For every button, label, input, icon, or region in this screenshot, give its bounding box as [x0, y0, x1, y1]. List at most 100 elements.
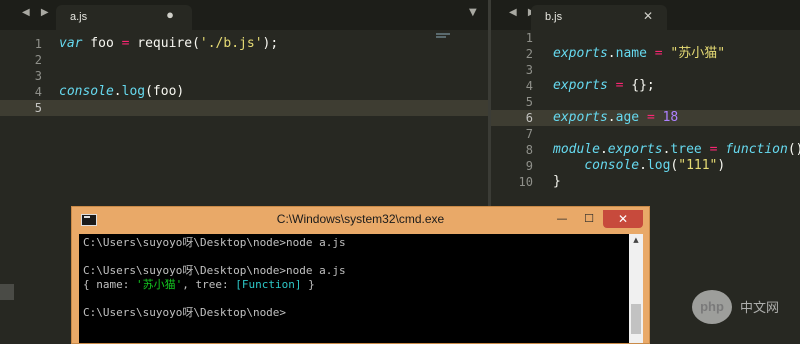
- code-token: .: [607, 46, 616, 61]
- scrollbar-thumb[interactable]: [631, 304, 641, 334]
- code-line[interactable]: 8module.exports.tree = function(){: [491, 142, 800, 158]
- tab-nav-arrows[interactable]: ◀ ▶: [22, 7, 53, 18]
- line-number: 2: [34, 53, 42, 67]
- code-line[interactable]: 5: [491, 94, 800, 110]
- code-token: =: [654, 46, 663, 61]
- code-line[interactable]: 2 exports.name = "苏小猫": [491, 46, 800, 62]
- code-text: console.log("111"): [553, 158, 725, 174]
- code-token: module: [553, 142, 600, 157]
- code-line[interactable]: 5: [0, 100, 488, 116]
- code-token: foo: [82, 36, 122, 51]
- code-token: require(: [129, 36, 200, 51]
- console-line: C:\Users\suyoyo呀\Desktop\node>: [83, 306, 286, 320]
- code-token: "111": [678, 158, 718, 173]
- minimap[interactable]: [436, 33, 450, 39]
- code-line[interactable]: 7: [491, 126, 800, 142]
- tab-title: b.js: [545, 11, 563, 23]
- code-token: exports: [607, 142, 663, 157]
- code-token: console: [584, 158, 640, 173]
- line-number: 4: [34, 85, 42, 99]
- tab-a-js[interactable]: a.js ●: [56, 5, 192, 30]
- code-token: {};: [623, 78, 655, 93]
- console-line: C:\Users\suyoyo呀\Desktop\node>node a.js: [83, 264, 346, 278]
- code-token: );: [262, 36, 279, 51]
- left-tab-bar: ◀ ▶ a.js ● ▼: [0, 0, 488, 30]
- code-token: console: [59, 84, 114, 99]
- code-text: exports = {};: [553, 78, 655, 94]
- code-token: "苏小猫": [670, 46, 726, 61]
- code-line[interactable]: 1: [491, 30, 800, 46]
- close-button[interactable]: ✕: [603, 210, 643, 228]
- console-text: }: [301, 278, 315, 291]
- line-number: 3: [525, 63, 533, 77]
- line-number: 1: [34, 37, 42, 51]
- code-line[interactable]: 1 var foo = require('./b.js');: [0, 36, 488, 52]
- tab-title: a.js: [70, 11, 88, 23]
- close-icon[interactable]: ✕: [643, 9, 653, 23]
- code-token: =: [646, 110, 655, 125]
- code-text: exports.name = "苏小猫": [553, 46, 725, 62]
- code-line[interactable]: 4 console.log(foo): [0, 84, 488, 100]
- code-token: age: [615, 110, 640, 125]
- code-token: (){: [787, 142, 800, 157]
- code-line[interactable]: 9 console.log("111"): [491, 158, 800, 174]
- console-text: { name:: [83, 278, 136, 291]
- code-token: ): [717, 158, 726, 173]
- line-number: 4: [525, 79, 533, 93]
- cmd-window[interactable]: C:\Windows\system32\cmd.exe — ☐ ✕ C:\Use…: [71, 206, 650, 344]
- code-token: exports: [553, 78, 608, 93]
- console-text: , tree:: [182, 278, 236, 291]
- console-text: C:\Users\suyoyo呀\Desktop\node>node a.js: [83, 236, 346, 249]
- line-number: 10: [518, 175, 533, 189]
- php-logo: php: [692, 290, 732, 324]
- console-line: C:\Users\suyoyo呀\Desktop\node>node a.js: [83, 236, 346, 250]
- line-number: 2: [525, 47, 533, 61]
- console-text: '苏小猫': [135, 278, 183, 291]
- code-token: }: [553, 174, 561, 189]
- console-output[interactable]: C:\Users\suyoyo呀\Desktop\node>node a.js C…: [79, 234, 629, 343]
- console-text: C:\Users\suyoyo呀\Desktop\node>: [83, 306, 287, 319]
- code-line[interactable]: 3: [0, 68, 488, 84]
- code-token: .: [639, 158, 647, 173]
- code-line[interactable]: 3: [491, 62, 800, 78]
- minimize-button[interactable]: —: [549, 210, 575, 228]
- line-number: 9: [525, 159, 533, 173]
- code-text: module.exports.tree = function(){: [553, 142, 800, 158]
- code-text: console.log(foo): [59, 84, 184, 100]
- code-line[interactable]: 4 exports = {};: [491, 78, 800, 94]
- code-token: exports: [553, 46, 608, 61]
- maximize-button[interactable]: ☐: [576, 210, 602, 228]
- code-token: name: [615, 46, 647, 61]
- line-number: 6: [525, 111, 533, 125]
- code-text: }: [553, 174, 561, 190]
- left-scroll-marker: [0, 284, 14, 300]
- watermark-text: 中文网: [740, 300, 780, 315]
- code-token: var: [59, 36, 83, 51]
- scroll-up-arrow-icon[interactable]: ▲: [629, 234, 643, 247]
- console-line: { name: '苏小猫', tree: [Function] }: [83, 278, 315, 292]
- tab-menu-chevron-icon[interactable]: ▼: [469, 7, 477, 18]
- code-line[interactable]: 10}: [491, 174, 800, 190]
- code-token: .: [607, 110, 616, 125]
- php-logo-text: php: [700, 299, 724, 314]
- right-tab-bar: ◀ ▶ b.js ✕: [491, 0, 800, 30]
- code-line[interactable]: 6 exports.age = 18: [491, 110, 800, 126]
- line-number: 1: [525, 31, 533, 45]
- console-scrollbar[interactable]: ▲: [629, 234, 643, 343]
- code-line[interactable]: 2: [0, 52, 488, 68]
- code-text: var foo = require('./b.js');: [59, 36, 278, 52]
- code-text: exports.age = 18: [553, 110, 678, 126]
- code-token: .: [599, 142, 608, 157]
- line-number: 3: [34, 69, 42, 83]
- line-number: 7: [525, 127, 533, 141]
- code-token: .: [113, 84, 122, 99]
- unsaved-dot-icon[interactable]: ●: [166, 7, 174, 22]
- cmd-title-bar[interactable]: C:\Windows\system32\cmd.exe — ☐ ✕: [72, 207, 649, 232]
- tab-b-js[interactable]: b.js ✕: [531, 5, 667, 30]
- line-number: 5: [525, 95, 533, 109]
